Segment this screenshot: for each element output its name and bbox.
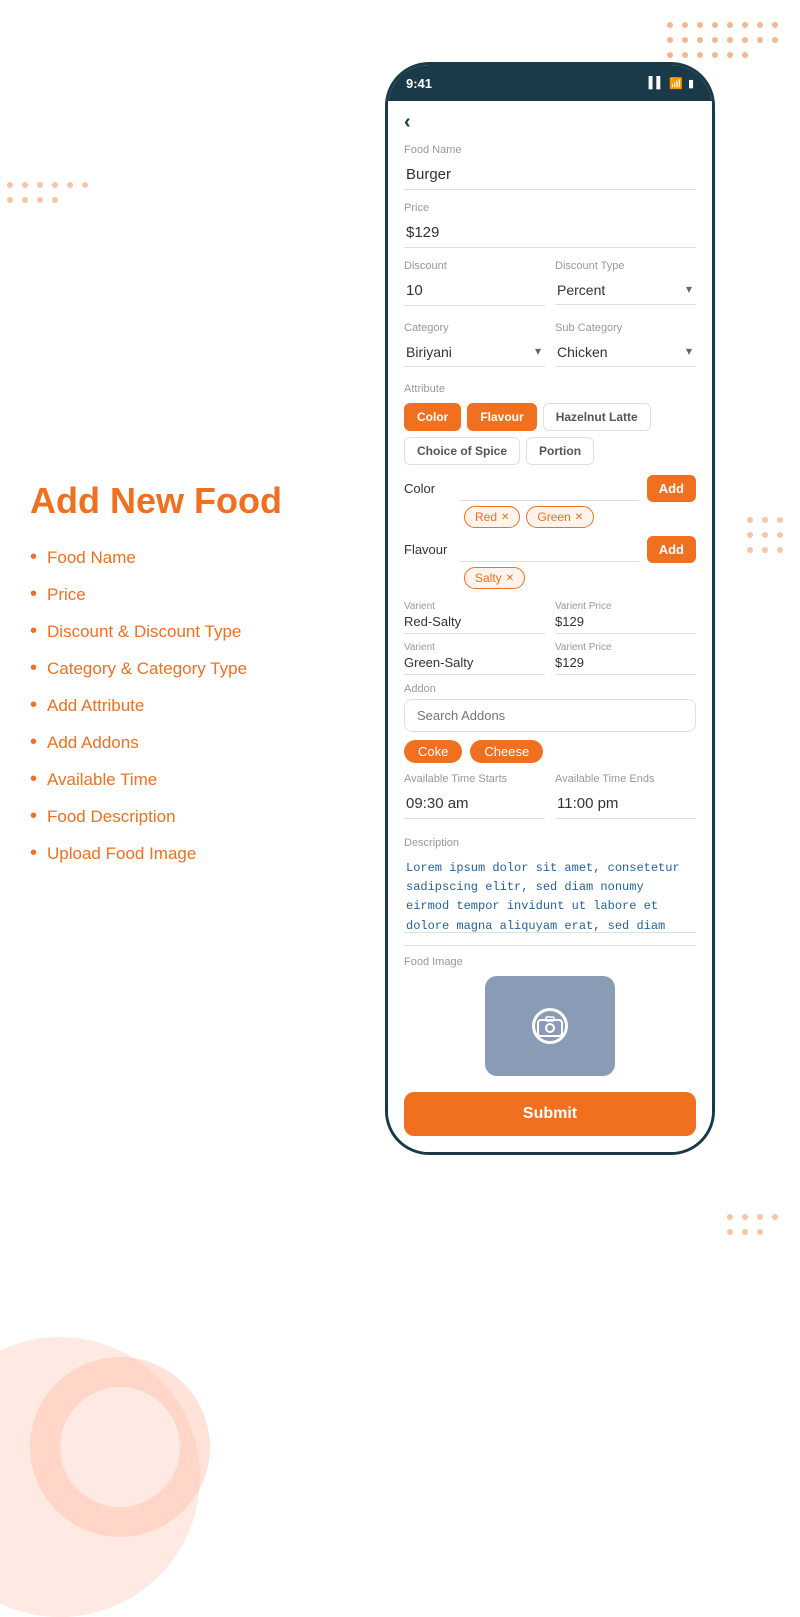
list-item-discount: Discount & Discount Type: [30, 620, 370, 643]
variant-row-1: Varient Red-Salty Varient Price $129: [404, 601, 696, 634]
phone-content: ‹ Food Name Price Discount Discount Type: [388, 101, 712, 1152]
discount-type-select-wrapper: Percent Flat: [555, 276, 696, 305]
list-item-category: Category & Category Type: [30, 657, 370, 680]
variant-row-2: Varient Green-Salty Varient Price $129: [404, 642, 696, 675]
food-name-input[interactable]: [404, 160, 696, 190]
list-item-description: Food Description: [30, 805, 370, 828]
color-tag-green: Green ✕: [526, 506, 594, 528]
notch: [495, 65, 605, 93]
variant1-price-value: $129: [555, 614, 696, 634]
back-chevron-icon[interactable]: ‹: [404, 111, 411, 134]
category-select-wrapper: Biriyani Pizza Burger: [404, 338, 545, 367]
color-tags: Red ✕ Green ✕: [404, 506, 696, 528]
attribute-label: Attribute: [404, 383, 696, 395]
attr-tab-choice[interactable]: Choice of Spice: [404, 437, 520, 465]
time-starts-input[interactable]: [404, 789, 545, 819]
decorative-circle-ring: [30, 1357, 210, 1537]
category-select[interactable]: Biriyani Pizza Burger: [404, 338, 545, 367]
phone-mockup: 9:41 ▌▌ 📶 ▮ ‹ Food Name Price Di: [385, 62, 715, 1155]
addon-tag-cheese: Cheese: [470, 740, 543, 763]
flavour-add-button[interactable]: Add: [647, 536, 696, 563]
list-item-attribute: Add Attribute: [30, 694, 370, 717]
attr-tab-portion[interactable]: Portion: [526, 437, 594, 465]
color-row-label: Color: [404, 481, 451, 496]
description-label: Description: [404, 837, 696, 849]
food-name-label: Food Name: [404, 144, 696, 156]
sub-category-select[interactable]: Chicken Veg Beef: [555, 338, 696, 367]
flavour-tag-salty: Salty ✕: [464, 567, 525, 589]
panel-heading: Add New Food: [30, 480, 370, 522]
variant2-label: Varient: [404, 642, 545, 653]
left-panel: Add New Food Food Name Price Discount & …: [30, 480, 370, 879]
variant1-value: Red-Salty: [404, 614, 545, 634]
signal-icon: ▌▌: [649, 77, 665, 89]
list-item-food-name: Food Name: [30, 546, 370, 569]
list-item-price: Price: [30, 583, 370, 606]
flavour-attribute-row: Flavour Add: [404, 536, 696, 563]
dots-top-left: [0, 175, 100, 215]
list-item-time: Available Time: [30, 768, 370, 791]
variant1-price-label: Varient Price: [555, 601, 696, 612]
color-attribute-row: Color Add: [404, 475, 696, 502]
back-button[interactable]: ‹: [404, 111, 696, 134]
time-ends-label: Available Time Ends: [555, 773, 696, 785]
variant1-label: Varient: [404, 601, 545, 612]
category-label: Category: [404, 322, 545, 334]
salty-remove-icon[interactable]: ✕: [506, 573, 514, 584]
price-label: Price: [404, 202, 696, 214]
color-tag-red: Red ✕: [464, 506, 520, 528]
variant2-price-value: $129: [555, 655, 696, 675]
feature-list: Food Name Price Discount & Discount Type…: [30, 546, 370, 865]
dots-right-mid: [740, 510, 800, 570]
sub-category-label: Sub Category: [555, 322, 696, 334]
attr-tab-hazelnut[interactable]: Hazelnut Latte: [543, 403, 651, 431]
variant2-price-label: Varient Price: [555, 642, 696, 653]
attribute-tabs: Color Flavour Hazelnut Latte Choice of S…: [404, 403, 696, 465]
description-textarea[interactable]: Lorem ipsum dolor sit amet, consetetur s…: [404, 853, 696, 933]
time-ends-input[interactable]: [555, 789, 696, 819]
search-addons-input[interactable]: [404, 699, 696, 732]
food-image-label: Food Image: [404, 956, 696, 968]
attr-tab-color[interactable]: Color: [404, 403, 461, 431]
list-item-addons: Add Addons: [30, 731, 370, 754]
flavour-input[interactable]: [459, 538, 639, 562]
camera-icon: [532, 1008, 568, 1044]
color-add-button[interactable]: Add: [647, 475, 696, 502]
addon-tags: Coke Cheese: [404, 740, 696, 763]
discount-row: Discount Discount Type Percent Flat: [404, 260, 696, 306]
dots-bottom-right: [720, 1207, 800, 1257]
green-remove-icon[interactable]: ✕: [575, 512, 583, 523]
addon-tag-coke: Coke: [404, 740, 462, 763]
flavour-row-label: Flavour: [404, 542, 451, 557]
attr-tab-flavour[interactable]: Flavour: [467, 403, 536, 431]
wifi-icon: 📶: [669, 77, 683, 90]
time-starts-label: Available Time Starts: [404, 773, 545, 785]
discount-input[interactable]: [404, 276, 545, 306]
battery-icon: ▮: [688, 77, 694, 90]
camera-svg: [536, 1014, 564, 1038]
price-input[interactable]: [404, 218, 696, 248]
flavour-tags: Salty ✕: [404, 567, 696, 589]
discount-label: Discount: [404, 260, 545, 272]
time-row: Available Time Starts Available Time End…: [404, 773, 696, 819]
status-bar: 9:41 ▌▌ 📶 ▮: [388, 65, 712, 101]
sub-category-select-wrapper: Chicken Veg Beef: [555, 338, 696, 367]
clock: 9:41: [406, 76, 432, 91]
color-input[interactable]: [459, 477, 639, 501]
category-row: Category Biriyani Pizza Burger Sub Categ…: [404, 322, 696, 367]
phone-frame: 9:41 ▌▌ 📶 ▮ ‹ Food Name Price Di: [385, 62, 715, 1155]
food-image-upload-box[interactable]: [485, 976, 615, 1076]
addon-label: Addon: [404, 683, 696, 695]
list-item-image: Upload Food Image: [30, 842, 370, 865]
discount-type-select[interactable]: Percent Flat: [555, 276, 696, 305]
variant2-value: Green-Salty: [404, 655, 545, 675]
submit-button[interactable]: Submit: [404, 1092, 696, 1136]
discount-type-label: Discount Type: [555, 260, 696, 272]
red-remove-icon[interactable]: ✕: [501, 512, 509, 523]
status-icons: ▌▌ 📶 ▮: [649, 77, 694, 90]
